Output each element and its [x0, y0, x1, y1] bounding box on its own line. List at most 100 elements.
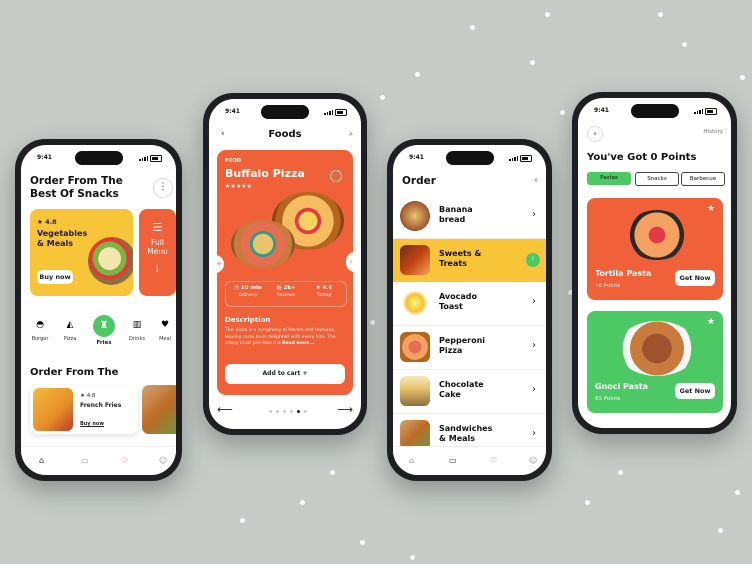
- add-to-cart-button[interactable]: Add to cart +: [225, 364, 345, 384]
- bag-tab-icon[interactable]: ▭: [81, 456, 89, 465]
- salad-bowl-image: [88, 237, 133, 285]
- decor-dot: [410, 555, 415, 560]
- home-title-line1: Order From The: [30, 175, 123, 187]
- battery-icon: [335, 109, 347, 116]
- tab-snacks[interactable]: Snacks: [635, 172, 679, 186]
- featured-banner[interactable]: ★ 4.8 Vegetables & Meals Buy now: [30, 209, 133, 296]
- battery-icon: [150, 155, 162, 162]
- card-rating: 4.8: [86, 393, 96, 399]
- home-tab-icon[interactable]: ⌂: [39, 456, 44, 465]
- signal-icon: [324, 110, 333, 115]
- signal-icon: [139, 156, 148, 161]
- product-card-fries[interactable]: ★ 4.8 French Fries Buy now: [30, 385, 138, 434]
- next-slide-button[interactable]: ›: [346, 252, 353, 272]
- points-title: You've Got 0 Points: [587, 152, 697, 163]
- item-line2: Treats: [439, 259, 467, 268]
- order-item[interactable]: Banana bread ›: [393, 195, 546, 239]
- pizza-image-front: [231, 220, 295, 268]
- item-line1: Sweets &: [439, 249, 482, 258]
- description-text: This pizza is a symphony of flavors and …: [225, 328, 343, 348]
- card-buy-link[interactable]: Buy now: [80, 421, 104, 427]
- tab-pastas[interactable]: Pastas: [587, 172, 631, 185]
- item-line1: Banana: [439, 205, 473, 214]
- tab-barbecue[interactable]: Barbecue: [681, 172, 725, 186]
- profile-tab-icon[interactable]: ☺: [529, 456, 537, 465]
- brand-logo: FOOD: [225, 158, 242, 164]
- fries-icon: ♜: [93, 315, 115, 337]
- card-title: Tortila Pasta: [595, 269, 652, 278]
- item-line1: Sandwiches: [439, 424, 493, 433]
- favorites-tab-icon[interactable]: ♡: [490, 456, 497, 465]
- order-list: Banana bread › Sweets & Treats › Avocado To…: [393, 195, 546, 457]
- sandwich-card-image[interactable]: [142, 385, 176, 434]
- history-link[interactable]: History: [703, 129, 723, 135]
- chocolate-cake-image: [400, 376, 430, 406]
- dynamic-island: [445, 151, 494, 165]
- search-icon[interactable]: ⌕: [534, 176, 538, 185]
- category-pizza[interactable]: ◭ Pizza: [60, 320, 80, 342]
- chevron-right-icon: ›: [532, 384, 536, 395]
- add-to-cart-label: Add to cart: [262, 370, 301, 377]
- decor-dot: [330, 470, 335, 475]
- item-line2: Pizza: [439, 346, 463, 355]
- category-burger[interactable]: ◓ Burger: [30, 320, 50, 342]
- category-meal[interactable]: ♥ Meal: [155, 320, 175, 342]
- order-screen: 9:41 Order ⌕ Banana bread › Sweets & Treat…: [393, 145, 546, 475]
- decor-dot: [370, 320, 375, 325]
- chevron-right-active-icon[interactable]: ›: [526, 253, 540, 267]
- full-menu-card[interactable]: ☰ Full Menu ⌊: [139, 209, 176, 296]
- battery-icon: [705, 108, 717, 115]
- chevron-right-icon: ›: [532, 209, 536, 220]
- bottom-tab-bar: ⌂ ▭ ♡ ☺: [393, 446, 546, 475]
- full-menu-line2: Menu: [147, 247, 168, 256]
- reward-card-gnoci[interactable]: ★ Gnoci Pasta 65 Points Get Now: [587, 311, 723, 413]
- dynamic-island: [261, 105, 309, 119]
- prev-slide-button[interactable]: +: [217, 255, 224, 273]
- french-fries-image: [33, 388, 73, 431]
- order-item[interactable]: Pepperoni Pizza ›: [393, 326, 546, 370]
- next-arrow-icon[interactable]: ⟶: [337, 403, 353, 416]
- more-menu-button[interactable]: ⋮: [153, 178, 173, 198]
- product-title: Buffalo Pizza: [225, 167, 305, 180]
- search-icon[interactable]: ⌕: [349, 130, 353, 139]
- card-points: 65 Points: [595, 396, 621, 402]
- home-tab-icon[interactable]: ⌂: [409, 456, 414, 465]
- decor-dot: [682, 42, 687, 47]
- pepperoni-pizza-image: [400, 332, 430, 362]
- banner-title-line2: & Meals: [37, 239, 74, 248]
- sweets-treats-image: [400, 245, 430, 275]
- home-title-line2: Best Of Snacks: [30, 188, 119, 200]
- order-item[interactable]: Chocolate Cake ›: [393, 370, 546, 414]
- favorites-tab-icon[interactable]: ♡: [121, 456, 128, 465]
- banner-buy-button[interactable]: Buy now: [37, 270, 73, 284]
- get-now-button[interactable]: Get Now: [675, 383, 715, 399]
- star-favorite-icon[interactable]: ★: [707, 204, 715, 214]
- category-drinks[interactable]: ▥ Drinks: [127, 320, 147, 342]
- item-line2: Toast: [439, 302, 463, 311]
- profile-tab-icon[interactable]: ☺: [159, 456, 167, 465]
- item-line1: Avocado: [439, 292, 477, 301]
- stat-reviews: ▤ 2k+ Reviews: [268, 285, 304, 298]
- back-button[interactable]: ‹: [587, 126, 603, 142]
- decor-dot: [560, 110, 565, 115]
- category-label: Burger: [31, 336, 49, 342]
- home-screen: 9:41 Order From The Best Of Snacks ⋮ ★ 4…: [21, 145, 176, 475]
- stat-label: Delivery: [238, 293, 258, 298]
- order-item[interactable]: Avocado Toast ›: [393, 282, 546, 326]
- category-row: ◓ Burger ◭ Pizza ♜ Fries ▥ Drinks ♥ Meal: [21, 315, 176, 355]
- bag-tab-icon[interactable]: ▭: [449, 456, 457, 465]
- star-favorite-icon[interactable]: ★: [707, 317, 715, 327]
- get-now-button[interactable]: Get Now: [675, 270, 715, 286]
- prev-arrow-icon[interactable]: ⟵: [217, 403, 233, 416]
- read-more-link[interactable]: Read more...: [282, 341, 315, 346]
- order-item-active[interactable]: Sweets & Treats ›: [393, 239, 546, 282]
- item-line2: Cake: [439, 390, 461, 399]
- reward-card-tortila[interactable]: ★ Tortila Pasta 78 Points Get Now: [587, 198, 723, 300]
- category-fries[interactable]: ♜ Fries: [92, 315, 116, 346]
- pagination-dots: [269, 410, 307, 413]
- decor-dot: [545, 12, 550, 17]
- corner-arrow-icon: ⌊: [155, 264, 160, 273]
- points-screen: 9:41 ‹ History You've Got 0 Points Pasta…: [578, 98, 731, 428]
- stat-value: 4.6: [322, 285, 333, 291]
- decor-dot: [470, 25, 475, 30]
